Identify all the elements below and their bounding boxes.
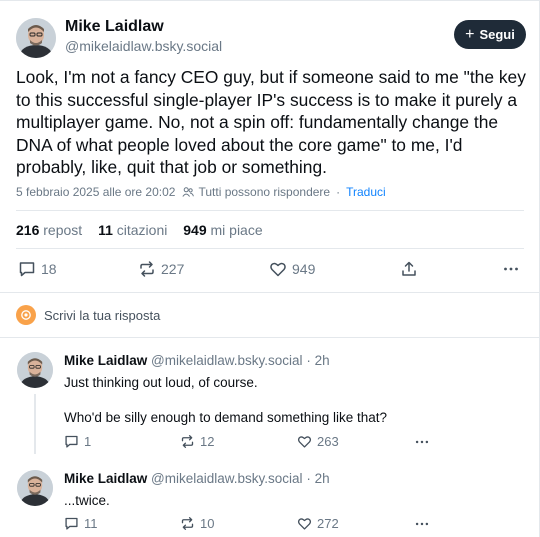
post-timestamp[interactable]: 5 febbraio 2025 alle ore 20:02 xyxy=(16,185,175,199)
reply-age[interactable]: · 2h xyxy=(306,353,329,368)
reply-count: 1 xyxy=(84,434,92,449)
reply-author-name[interactable]: Mike Laidlaw xyxy=(64,471,147,486)
reply-text: Just thinking out loud, of course. xyxy=(64,375,258,390)
comment-icon xyxy=(65,435,78,448)
author-handle[interactable]: @mikelaidlaw.bsky.social xyxy=(65,38,222,54)
section-divider xyxy=(0,292,540,293)
reposts-stat[interactable]: 216 repost xyxy=(16,222,82,238)
more-options-button[interactable] xyxy=(414,434,430,450)
reply-actions: 11 10 272 xyxy=(64,516,464,532)
author-avatar[interactable] xyxy=(16,18,56,58)
avatar-image xyxy=(17,352,53,388)
follow-label: Segui xyxy=(479,27,515,42)
share-icon xyxy=(402,261,416,276)
repost-button[interactable]: 10 xyxy=(180,516,214,531)
thread-line xyxy=(34,394,36,454)
quotes-stat[interactable]: 11 citazioni xyxy=(98,222,167,238)
reply-text: Who'd be silly enough to demand somethin… xyxy=(64,410,388,425)
repost-icon xyxy=(181,517,194,530)
divider xyxy=(16,248,524,249)
likes-stat[interactable]: 949 mi piace xyxy=(183,222,262,238)
repost-count: 10 xyxy=(200,516,215,531)
reply-item[interactable]: Mike Laidlaw @mikelaidlaw.bsky.social · … xyxy=(0,352,540,457)
reply-button[interactable]: 18 xyxy=(18,260,57,278)
people-icon xyxy=(182,186,195,198)
avatar-image xyxy=(17,470,53,506)
author-name[interactable]: Mike Laidlaw xyxy=(65,18,164,36)
reply-count: 18 xyxy=(41,261,57,277)
reply-count: 11 xyxy=(84,516,98,531)
reply-author-handle[interactable]: @mikelaidlaw.bsky.social xyxy=(151,471,303,486)
reply-author-avatar[interactable] xyxy=(17,352,53,388)
like-count: 949 xyxy=(292,261,316,277)
post-meta: 5 febbraio 2025 alle ore 20:02 Tutti pos… xyxy=(16,185,386,199)
repost-icon xyxy=(140,261,154,277)
like-count: 263 xyxy=(317,434,339,449)
reply-header: Mike Laidlaw @mikelaidlaw.bsky.social · … xyxy=(64,471,330,486)
at-icon xyxy=(21,310,31,320)
plus-icon: + xyxy=(465,25,475,43)
heart-icon xyxy=(297,436,312,448)
like-button[interactable]: 949 xyxy=(269,260,315,278)
translate-link[interactable]: Traduci xyxy=(346,185,386,199)
avatar-image xyxy=(16,18,56,58)
compose-placeholder: Scrivi la tua risposta xyxy=(44,307,161,323)
more-icon xyxy=(504,267,518,271)
reply-button[interactable]: 1 xyxy=(64,434,91,449)
share-button[interactable] xyxy=(400,260,418,278)
repost-count: 12 xyxy=(200,434,215,449)
more-icon xyxy=(415,440,429,444)
more-options-button[interactable] xyxy=(502,260,520,278)
post-text: Look, I'm not a fancy CEO guy, but if so… xyxy=(16,67,526,177)
reply-age[interactable]: · 2h xyxy=(306,471,329,486)
more-icon xyxy=(415,522,429,526)
user-avatar xyxy=(16,305,36,325)
divider xyxy=(16,210,524,211)
reply-actions: 1 12 263 xyxy=(64,434,464,450)
reply-setting: Tutti possono rispondere xyxy=(198,185,331,199)
main-post: Mike Laidlaw @mikelaidlaw.bsky.social + … xyxy=(0,0,540,292)
section-divider xyxy=(0,337,540,338)
reply-author-avatar[interactable] xyxy=(17,470,53,506)
repost-icon xyxy=(181,435,194,448)
reply-header: Mike Laidlaw @mikelaidlaw.bsky.social · … xyxy=(64,353,330,368)
reply-text: ...twice. xyxy=(64,493,110,508)
repost-button[interactable]: 227 xyxy=(138,260,184,278)
more-options-button[interactable] xyxy=(414,516,430,532)
repost-count: 227 xyxy=(161,261,185,277)
post-actions: 18 227 949 xyxy=(16,260,524,280)
compose-reply[interactable]: Scrivi la tua risposta xyxy=(16,305,160,325)
post-stats: 216 repost 11 citazioni 949 mi piace xyxy=(16,222,275,238)
meta-separator: · xyxy=(336,185,341,199)
repost-button[interactable]: 12 xyxy=(180,434,214,449)
heart-icon xyxy=(297,518,312,530)
like-button[interactable]: 272 xyxy=(297,516,339,531)
like-count: 272 xyxy=(317,516,339,531)
heart-icon xyxy=(270,262,286,277)
comment-icon xyxy=(65,517,78,530)
comment-icon xyxy=(19,262,35,277)
reply-item[interactable]: Mike Laidlaw @mikelaidlaw.bsky.social · … xyxy=(0,470,540,537)
like-button[interactable]: 263 xyxy=(297,434,339,449)
follow-button[interactable]: + Segui xyxy=(454,20,526,49)
reply-button[interactable]: 11 xyxy=(64,516,98,531)
reply-author-handle[interactable]: @mikelaidlaw.bsky.social xyxy=(151,353,303,368)
reply-author-name[interactable]: Mike Laidlaw xyxy=(64,353,147,368)
